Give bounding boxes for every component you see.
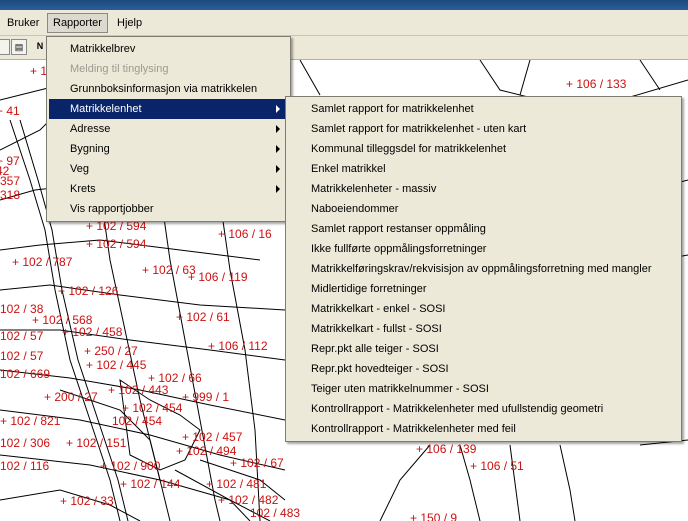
menu-item-bygning[interactable]: Bygning [49, 139, 288, 159]
window-title-strip [0, 0, 688, 10]
menu-item-krets[interactable]: Krets [49, 179, 288, 199]
parcel-label: 102 / 481 [216, 477, 267, 491]
submenu-item-enkel-matrikkel[interactable]: Enkel matrikkel [288, 159, 679, 179]
menu-item-label: Matrikkelenhet [70, 103, 142, 115]
menu-item-label: Matrikkelbrev [70, 43, 136, 55]
submenu-item-matrikkelkart-enkel[interactable]: Matrikkelkart - enkel - SOSI [288, 299, 679, 319]
parcel-label: 102 / 483 [250, 506, 301, 520]
parcel-label: 102 / 594 [96, 237, 147, 251]
parcel-label: 102 / 57 [0, 349, 44, 363]
parcel-label: 200 / 27 [54, 390, 98, 404]
parcel-label: 102 / 458 [72, 325, 123, 339]
parcel-label: 102 / 67 [240, 456, 284, 470]
parcel-label: 102 / 454 [132, 401, 183, 415]
parcel-label: 102 / 443 [118, 383, 169, 397]
parcel-label: 102 / 787 [22, 255, 73, 269]
menu-item-label: Krets [70, 183, 96, 195]
submenu-item-matrikkelkart-fullst[interactable]: Matrikkelkart - fullst - SOSI [288, 319, 679, 339]
submenu-item-restanser-oppmaling[interactable]: Samlet rapport restanser oppmåling [288, 219, 679, 239]
menu-item-label: Veg [70, 163, 89, 175]
parcel-label: 999 / 1 [192, 390, 230, 404]
menu-item-label: Adresse [70, 123, 111, 135]
matrikkelenhet-submenu: Samlet rapport for matrikkelenhet Samlet… [285, 96, 682, 442]
menu-item-veg[interactable]: Veg [49, 159, 288, 179]
menu-item-label: Melding til tinglysing [70, 63, 169, 75]
parcel-label: 106 / 139 [426, 442, 477, 456]
submenu-arrow-icon [276, 105, 280, 113]
parcel-label: 102 / 669 [0, 367, 51, 381]
parcel-label: 102 / 445 [96, 358, 147, 372]
menu-bruker[interactable]: Bruker [2, 13, 44, 33]
menu-item-matrikkelbrev[interactable]: Matrikkelbrev [49, 39, 288, 59]
menu-item-melding-til-tinglysing: Melding til tinglysing [49, 59, 288, 79]
submenu-item-matrikkelforingskrav[interactable]: Matrikkelføringskrav/rekvisisjon av oppm… [288, 259, 679, 279]
parcel-label: 106 / 112 [218, 339, 268, 353]
submenu-arrow-icon [276, 125, 280, 133]
parcel-label: 102 / 306 [0, 436, 51, 450]
submenu-item-kontrollrapport-geometri[interactable]: Kontrollrapport - Matrikkelenheter med u… [288, 399, 679, 419]
submenu-item-ikke-fullforte[interactable]: Ikke fullførte oppmålingsforretninger [288, 239, 679, 259]
submenu-arrow-icon [276, 145, 280, 153]
parcel-label: 102 / 61 [186, 310, 230, 324]
submenu-arrow-icon [276, 185, 280, 193]
parcel-label: 318 [0, 188, 21, 202]
parcel-label: 106 / 51 [480, 459, 524, 473]
submenu-item-naboeiendommer[interactable]: Naboeiendommer [288, 199, 679, 219]
parcel-label: 41 [6, 104, 20, 118]
submenu-item-teiger-uten-matrikkelnummer[interactable]: Teiger uten matrikkelnummer - SOSI [288, 379, 679, 399]
menu-item-adresse[interactable]: Adresse [49, 119, 288, 139]
parcel-label: 102 / 457 [192, 430, 243, 444]
submenu-item-repr-alle-teiger[interactable]: Repr.pkt alle teiger - SOSI [288, 339, 679, 359]
parcel-label: 106 / 16 [228, 227, 272, 241]
menu-item-label: Vis rapportjobber [70, 203, 154, 215]
submenu-item-kommunal-tilleggsdel[interactable]: Kommunal tilleggsdel for matrikkelenhet [288, 139, 679, 159]
submenu-item-midlertidige-forretninger[interactable]: Midlertidige forretninger [288, 279, 679, 299]
submenu-item-samlet-rapport-uten-kart[interactable]: Samlet rapport for matrikkelenhet - uten… [288, 119, 679, 139]
menu-item-matrikkelenhet[interactable]: Matrikkelenhet [49, 99, 288, 119]
parcel-label: 102 / 494 [186, 444, 237, 458]
rapporter-menu: Matrikkelbrev Melding til tinglysing Gru… [46, 36, 291, 222]
parcel-label: 102 / 482 [228, 493, 279, 507]
menu-hjelp[interactable]: Hjelp [112, 13, 147, 33]
parcel-label: 357 [0, 174, 21, 188]
submenu-item-matrikkelenheter-massiv[interactable]: Matrikkelenheter - massiv [288, 179, 679, 199]
submenu-item-repr-hovedteiger[interactable]: Repr.pkt hovedteiger - SOSI [288, 359, 679, 379]
parcel-label: 102 / 144 [130, 477, 181, 491]
menu-bar: Bruker Rapporter Hjelp [0, 10, 688, 36]
submenu-item-samlet-rapport[interactable]: Samlet rapport for matrikkelenhet [288, 99, 679, 119]
menu-item-grunnboksinformasjon[interactable]: Grunnboksinformasjon via matrikkelen [49, 79, 288, 99]
parcel-label: 102 / 33 [70, 494, 114, 508]
parcel-label: 250 / 27 [94, 344, 138, 358]
submenu-item-kontrollrapport-feil[interactable]: Kontrollrapport - Matrikkelenheter med f… [288, 419, 679, 439]
parcel-label: 102 / 116 [0, 459, 50, 473]
submenu-arrow-icon [276, 165, 280, 173]
parcel-label: 106 / 133 [576, 77, 627, 91]
parcel-label: 102 / 151 [76, 436, 127, 450]
parcel-label: 102 / 821 [10, 414, 61, 428]
parcel-label: 150 / 9 [420, 511, 458, 521]
parcel-label: 102 / 126 [68, 284, 119, 298]
menu-rapporter[interactable]: Rapporter [47, 13, 108, 33]
print-icon[interactable]: ▤ [11, 39, 27, 55]
menu-item-label: Bygning [70, 143, 110, 155]
parcel-label: 102 / 57 [0, 329, 44, 343]
parcel-label: 106 / 119 [198, 270, 248, 284]
toolbar-button[interactable] [0, 39, 10, 55]
parcel-label: 102 / 454 [112, 414, 163, 428]
menu-item-vis-rapportjobber[interactable]: Vis rapportjobber [49, 199, 288, 219]
menu-item-label: Grunnboksinformasjon via matrikkelen [70, 83, 258, 95]
parcel-label: 102 / 900 [110, 459, 161, 473]
